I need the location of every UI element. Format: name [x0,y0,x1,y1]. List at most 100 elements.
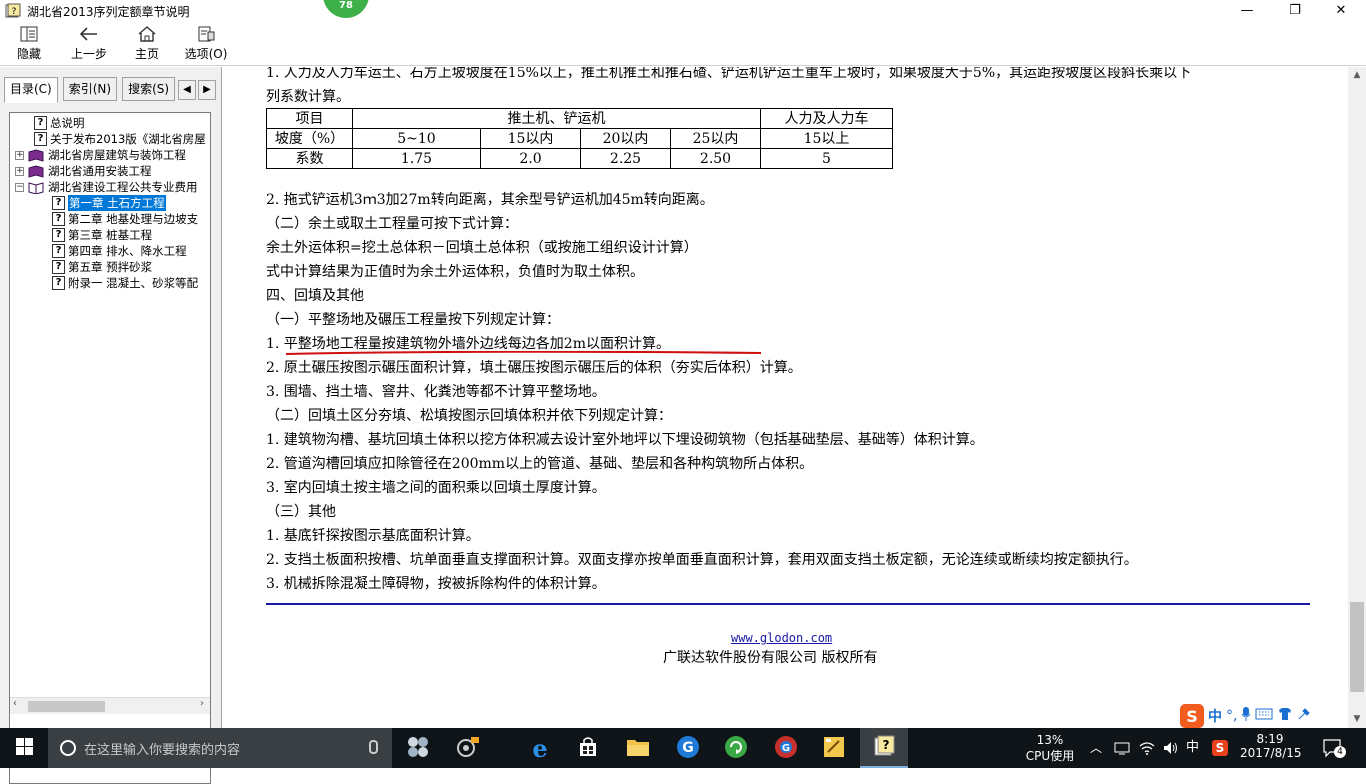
tree-item-building-decoration[interactable]: + 湖北省房屋建筑与装饰工程 [15,147,186,163]
ime-language-label[interactable]: 中 [1208,706,1222,726]
pinwheel-app-icon [406,735,430,762]
title-bar: ? 湖北省2013序列定额章节说明 78 — ❐ ✕ [0,0,1366,22]
clock[interactable]: 8:19 2017/8/15 [1240,728,1302,768]
tab-index[interactable]: 索引(N) [62,77,118,101]
keyboard-icon[interactable] [1255,708,1273,724]
start-button[interactable] [0,728,48,768]
tree-item-public-works[interactable]: − 湖北省建设工程公共专业费用 [15,179,198,195]
scroll-right-icon[interactable]: › [200,698,204,709]
tree-item-chapter-1[interactable]: ? 第一章 土石方工程 [52,195,166,211]
tab-scroll-right-button[interactable]: ▶ [198,80,216,100]
tab-contents[interactable]: 目录(C) [4,77,58,103]
tree-item-appendix-1[interactable]: ? 附录一 混凝土、砂浆等配 [52,275,198,291]
folder-icon [626,737,650,760]
home-button[interactable]: 主页 [130,24,164,64]
voice-icon[interactable] [1241,706,1251,726]
taskbar-app-pinwheel[interactable] [394,728,442,768]
taskbar-app-edge[interactable]: e [516,728,564,768]
wifi-tray-icon[interactable] [1138,740,1156,756]
taskbar-app-help-viewer[interactable]: ? [860,728,908,768]
content-vertical-scrollbar[interactable]: ▲ ▼ [1348,67,1366,728]
contents-tree: ? 总说明 ? 关于发布2013版《湖北省房屋 + 湖北省房屋建筑与装饰工程 +… [9,112,211,784]
chevron-up-icon: ︿ [1090,741,1103,755]
punctuation-icon[interactable]: °, [1226,708,1237,724]
scrollbar-thumb[interactable] [28,701,105,712]
taskbar-app-notes[interactable] [810,728,858,768]
tree-item-chapter-5[interactable]: ? 第五章 预拌砂浆 [52,259,152,275]
ime-language-tray[interactable]: 中 [1186,728,1199,768]
website-link[interactable]: www.glodon.com [731,631,832,645]
performance-badge[interactable]: 78 [323,0,369,18]
paragraph-line: 四、回填及其他 [266,288,364,304]
hide-panel-icon [19,24,39,47]
table-cell: 2.25 [580,148,671,169]
taskbar-app-explorer[interactable] [614,728,662,768]
taskbar-app-glodon-1[interactable]: G [664,728,712,768]
expand-icon[interactable]: + [15,150,24,160]
nav-tabs: 目录(C) 索引(N) 搜索(S) [4,77,176,103]
glodon-swirl-icon: G [774,735,798,762]
paragraph-line: （三）其他 [266,504,336,520]
back-button[interactable]: 上一步 [64,24,114,64]
paragraph-line: （二）回填土区分夯填、松填按图示回填体积并依下列规定计算： [266,408,672,424]
paragraph-line: 3. 围墙、挡土墙、窨井、化粪池等都不计算平整场地。 [266,384,606,400]
notification-count-badge: 4 [1334,746,1346,758]
network-tray-icon[interactable] [1114,741,1130,755]
help-topic-icon: ? [52,212,65,226]
scroll-up-icon[interactable]: ▲ [1348,67,1366,84]
tree-item-chapter-4[interactable]: ? 第四章 排水、降水工程 [52,243,187,259]
notepad-icon [822,735,846,762]
help-topic-icon: ? [52,276,65,290]
ime-toolbar[interactable]: S 中 °, [1180,703,1366,729]
tree-item-label: 总说明 [50,116,85,130]
paragraph-line: 式中计算结果为正值时为余土外运体积，负值时为取土体积。 [266,264,644,280]
paragraph-line: 余土外运体积=挖土总体积－回填土总体积（或按施工组织设计计算） [266,240,698,256]
action-center-button[interactable]: 4 [1322,738,1346,758]
scrollbar-thumb[interactable] [1350,602,1364,692]
toolbar: 隐藏 上一步 主页 选项(O) [0,22,1366,66]
tree-item-label: 湖北省房屋建筑与装饰工程 [48,148,186,162]
tree-horizontal-scrollbar[interactable]: ‹ › [10,697,210,714]
expand-icon[interactable]: + [15,166,24,176]
close-button[interactable]: ✕ [1318,0,1364,22]
tree-item-chapter-3[interactable]: ? 第三章 桩基工程 [52,227,152,243]
closed-book-icon [28,164,44,178]
hide-button[interactable]: 隐藏 [8,24,50,64]
maximize-button[interactable]: ❐ [1272,0,1318,22]
collapse-icon[interactable]: − [15,182,24,192]
ime-settings-icon[interactable] [1297,707,1311,725]
taskbar-app-network[interactable] [444,728,492,768]
microphone-icon[interactable] [369,740,378,754]
skin-icon[interactable] [1277,707,1293,725]
taskbar-app-glodon-2[interactable]: G [762,728,810,768]
taskbar-app-store[interactable] [564,728,612,768]
scroll-left-icon[interactable]: ‹ [13,698,17,709]
taskbar-app-refresh[interactable] [712,728,760,768]
tab-scroll-left-button[interactable]: ◀ [178,80,196,100]
help-topic-icon: ? [34,132,47,146]
tree-item-label: 附录一 混凝土、砂浆等配 [68,276,199,290]
table-cell: 15以内 [480,128,581,149]
paragraph-line: 2. 原土碾压按图示碾压面积计算，填土碾压按图示碾压后的体积（夯实后体积）计算。 [266,360,802,376]
tree-item-general-notes[interactable]: ? 总说明 [34,115,85,131]
tree-item-label: 第二章 地基处理与边坡支 [68,212,199,226]
paragraph-line: 3. 机械拆除混凝土障碍物，按被拆除构件的体积计算。 [266,576,606,592]
tab-search[interactable]: 搜索(S) [122,77,176,101]
volume-tray-icon[interactable] [1162,740,1180,756]
topic-content: 1. 人力及人力车运土、石方上坡坡度在15%以上，推土机推土和推石碴、铲运机铲运… [228,67,1348,728]
cpu-usage-indicator[interactable]: 13% CPU使用 [1020,728,1080,768]
green-refresh-icon [724,735,748,762]
tree-item-chapter-2[interactable]: ? 第二章 地基处理与边坡支 [52,211,198,227]
show-hidden-icons-button[interactable]: ︿ [1090,728,1102,768]
sogou-tray-icon[interactable]: S [1212,740,1228,756]
minimize-button[interactable]: — [1224,0,1270,22]
table-header-cell: 项目 [266,108,353,129]
taskbar-search-box[interactable]: 在这里输入你要搜索的内容 [48,728,392,768]
help-topic-icon: ? [52,244,65,258]
paragraph-line: （二）余土或取土工程量可按下式计算： [266,216,518,232]
tree-item-general-installation[interactable]: + 湖北省通用安装工程 [15,163,152,179]
tree-item-announcement[interactable]: ? 关于发布2013版《湖北省房屋 [34,131,206,147]
back-arrow-icon [79,26,99,45]
options-button[interactable]: 选项(O) [182,24,230,64]
window-title: 湖北省2013序列定额章节说明 [27,4,190,19]
